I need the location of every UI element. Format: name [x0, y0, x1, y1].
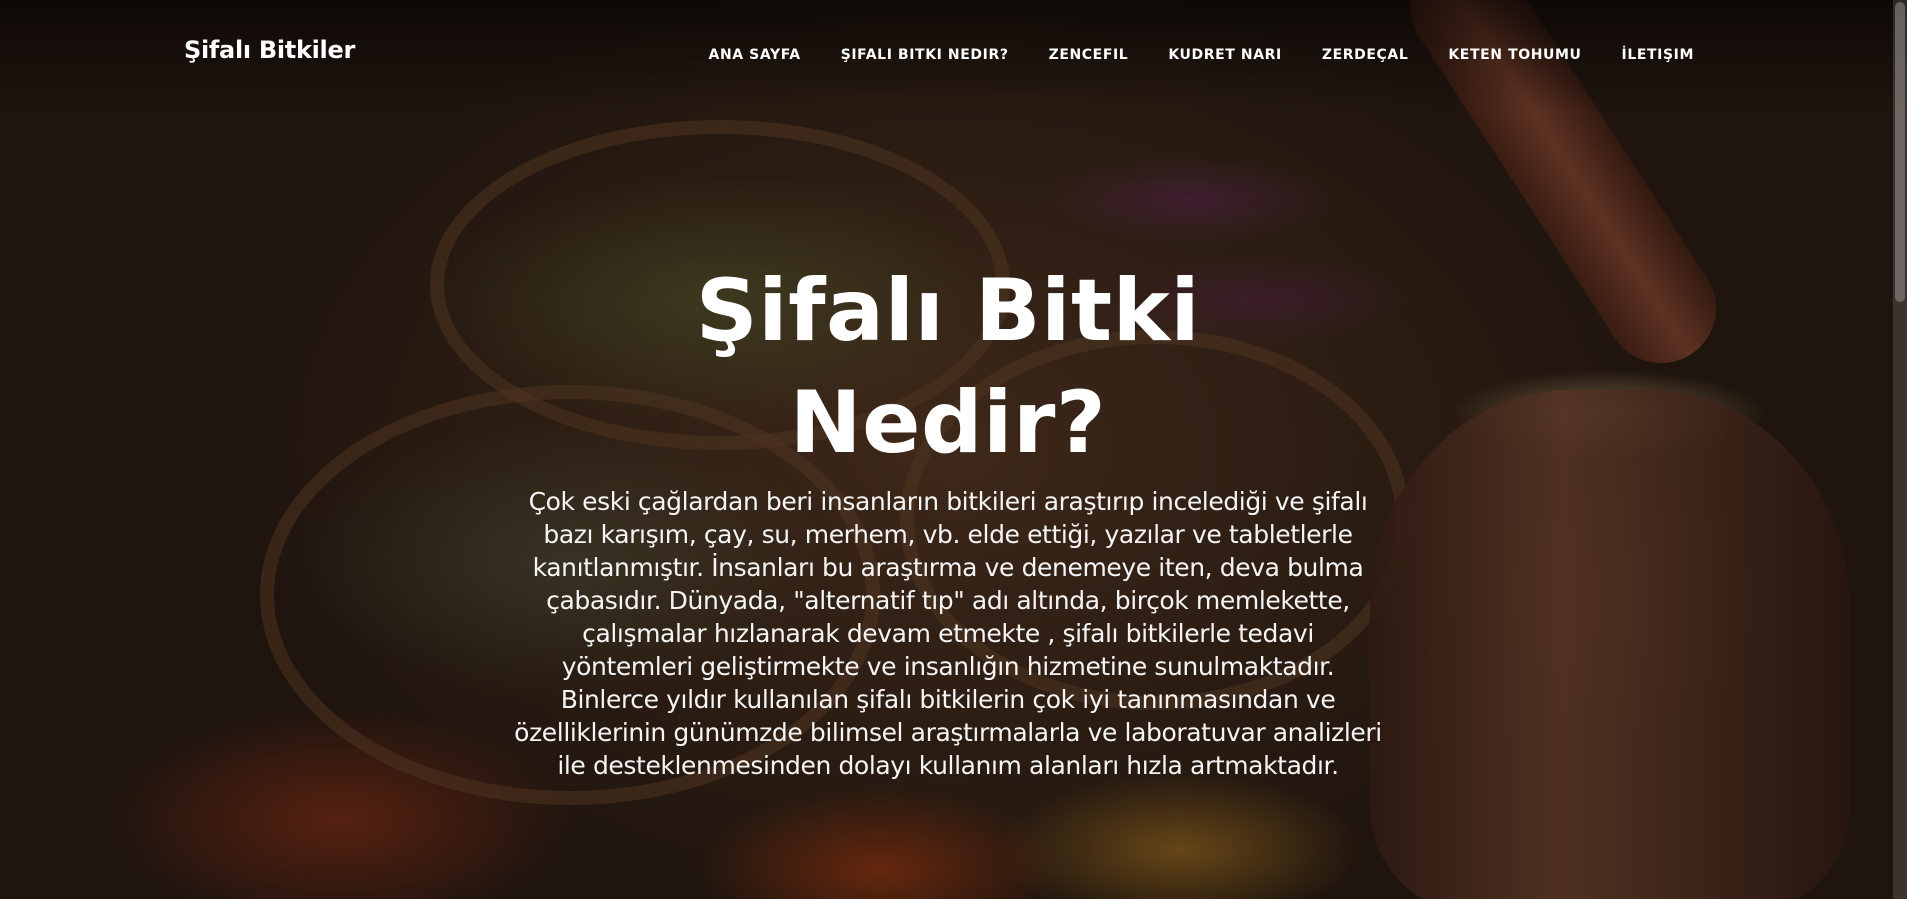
- nav-item-zencefil[interactable]: ZENCEFIL: [1049, 47, 1129, 63]
- nav-item-iletisim[interactable]: İLETIŞIM: [1622, 47, 1694, 63]
- navbar: Şifalı Bitkiler ANA SAYFA ŞIFALI BITKI N…: [0, 0, 1907, 104]
- hero-section: Şifalı Bitki Nedir? Çok eski çağlardan b…: [503, 255, 1393, 782]
- page-scrollbar[interactable]: [1893, 0, 1907, 899]
- brand-link[interactable]: Şifalı Bitkiler: [184, 36, 355, 64]
- nav-item-zerdecal[interactable]: ZERDEÇAL: [1322, 47, 1409, 63]
- nav-item-kudret-nari[interactable]: KUDRET NARI: [1168, 47, 1282, 63]
- nav-menu: ANA SAYFA ŞIFALI BITKI NEDIR? ZENCEFIL K…: [709, 44, 1694, 63]
- hero-paragraph: Çok eski çağlardan beri insanların bitki…: [514, 487, 1382, 780]
- nav-item-ana-sayfa[interactable]: ANA SAYFA: [709, 47, 801, 63]
- nav-item-keten-tohumu[interactable]: KETEN TOHUMU: [1448, 47, 1581, 63]
- page-title: Şifalı Bitki Nedir?: [695, 261, 1201, 473]
- nav-item-sifali-bitki-nedir[interactable]: ŞIFALI BITKI NEDIR?: [841, 47, 1009, 63]
- page: Şifalı Bitkiler ANA SAYFA ŞIFALI BITKI N…: [0, 0, 1907, 899]
- scrollbar-thumb[interactable]: [1895, 2, 1905, 302]
